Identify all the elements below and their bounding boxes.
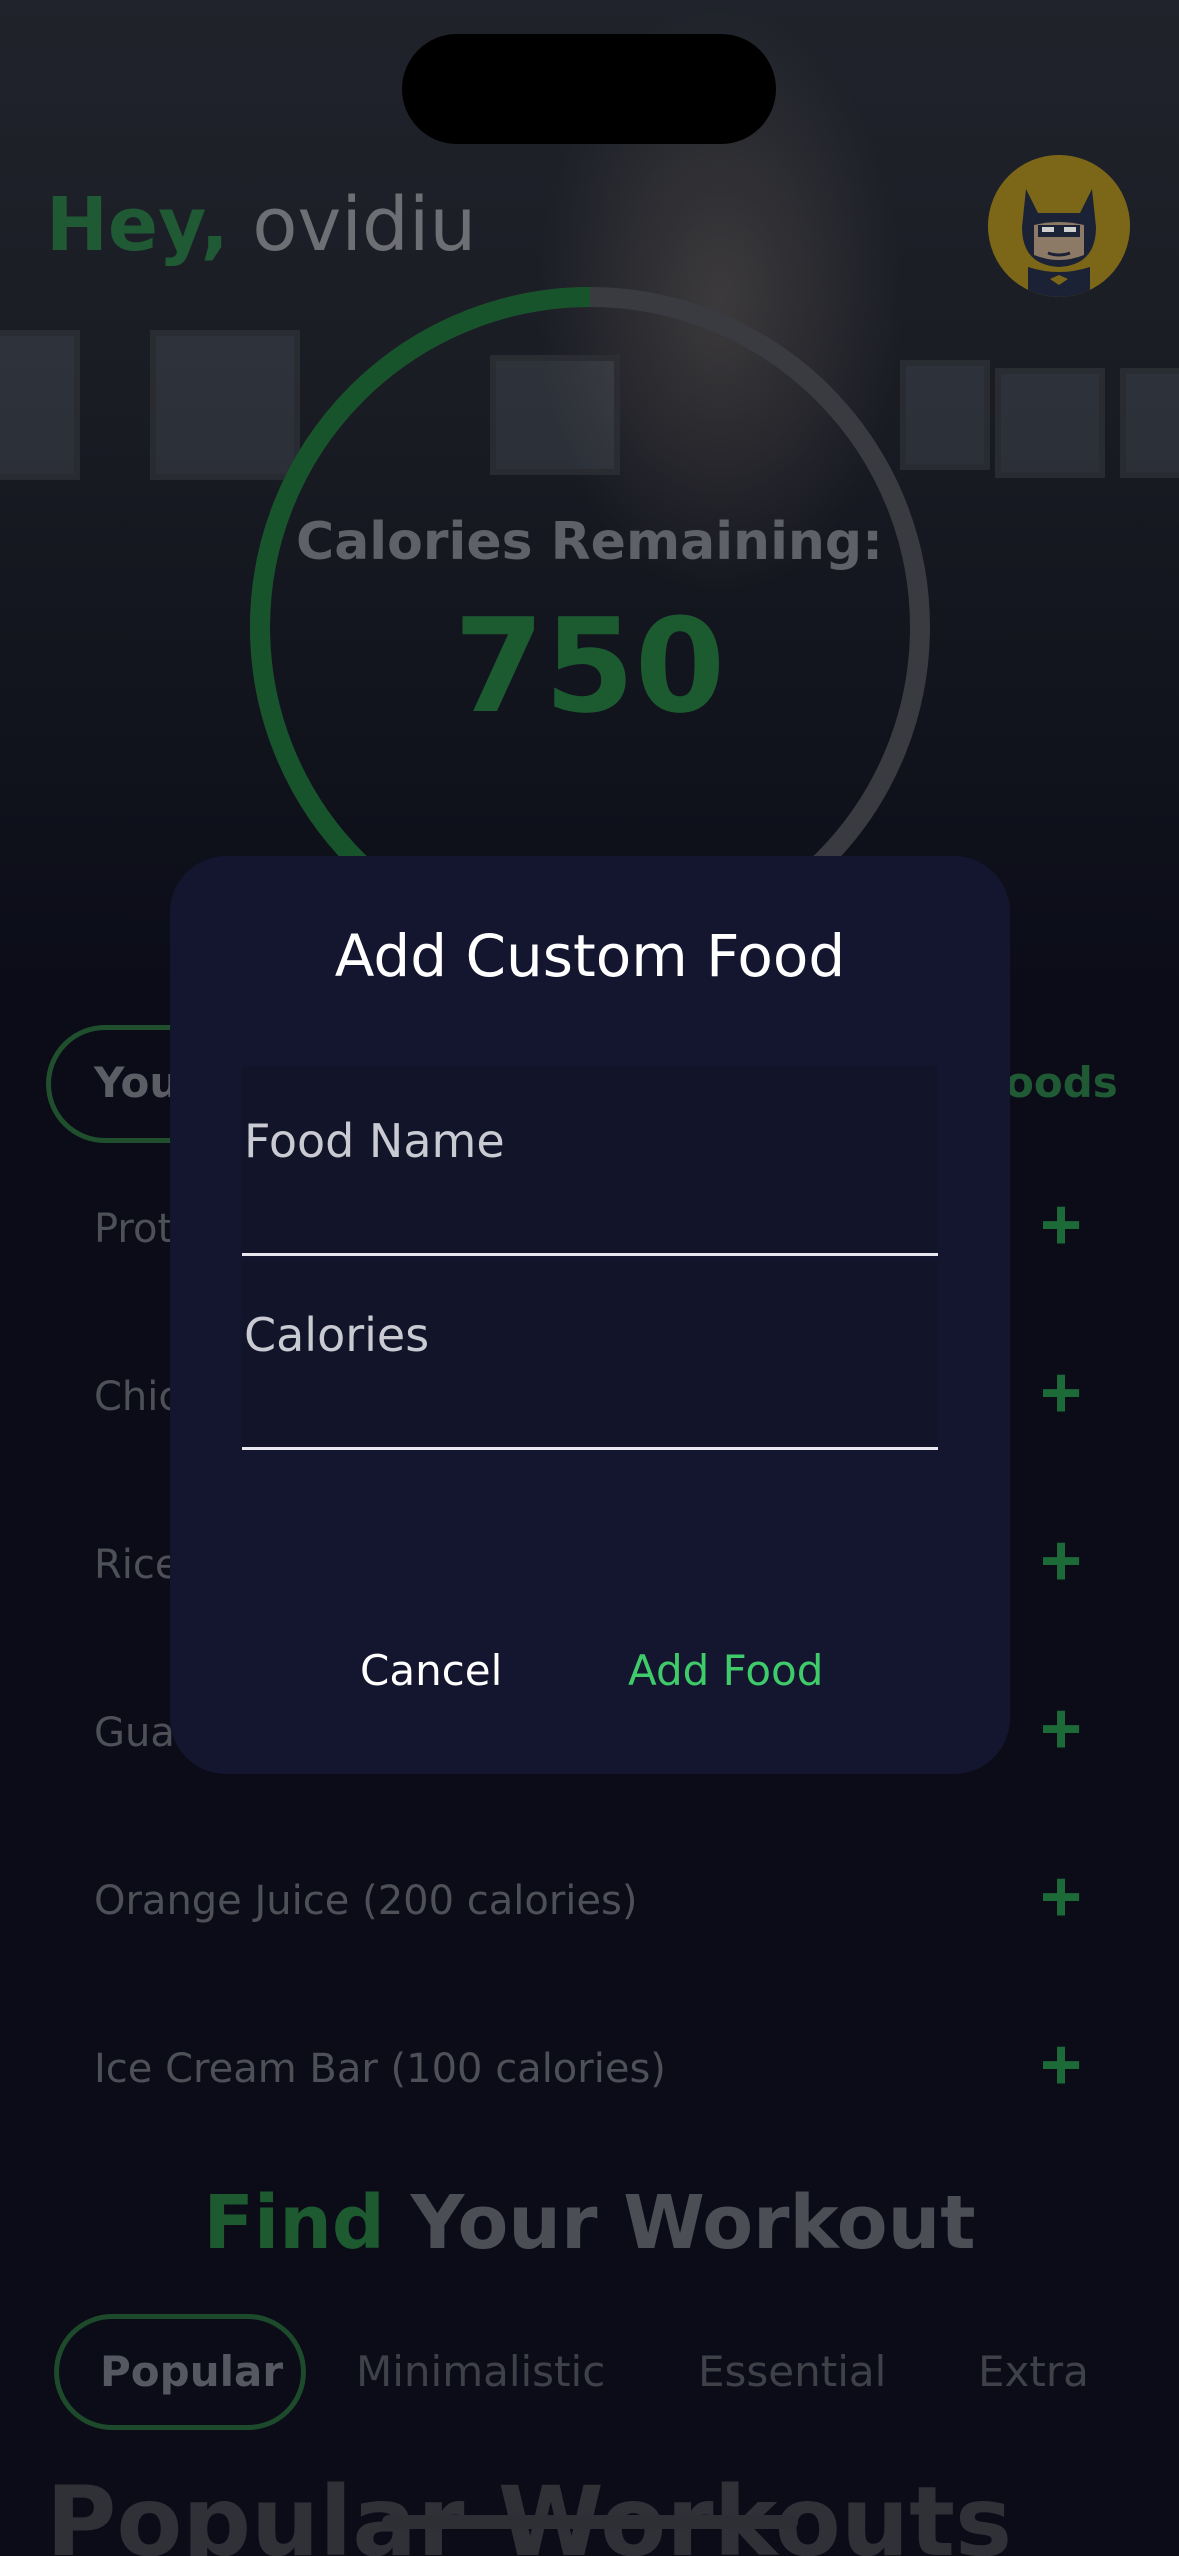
food-name-underline <box>242 1253 938 1256</box>
add-food-button[interactable]: Add Food <box>628 1646 823 1695</box>
food-name-input[interactable] <box>242 1066 938 1256</box>
food-name-field <box>242 1066 938 1256</box>
dialog-title: Add Custom Food <box>334 922 846 990</box>
calories-underline <box>242 1447 938 1450</box>
calories-field <box>242 1260 938 1450</box>
calories-input[interactable] <box>242 1260 938 1450</box>
cancel-button[interactable]: Cancel <box>360 1646 502 1695</box>
add-custom-food-dialog: Add Custom Food Cancel Add Food <box>170 856 1010 1774</box>
app-screen: Hey, ovidiu Calories Remaining: 750 You … <box>0 0 1179 2556</box>
